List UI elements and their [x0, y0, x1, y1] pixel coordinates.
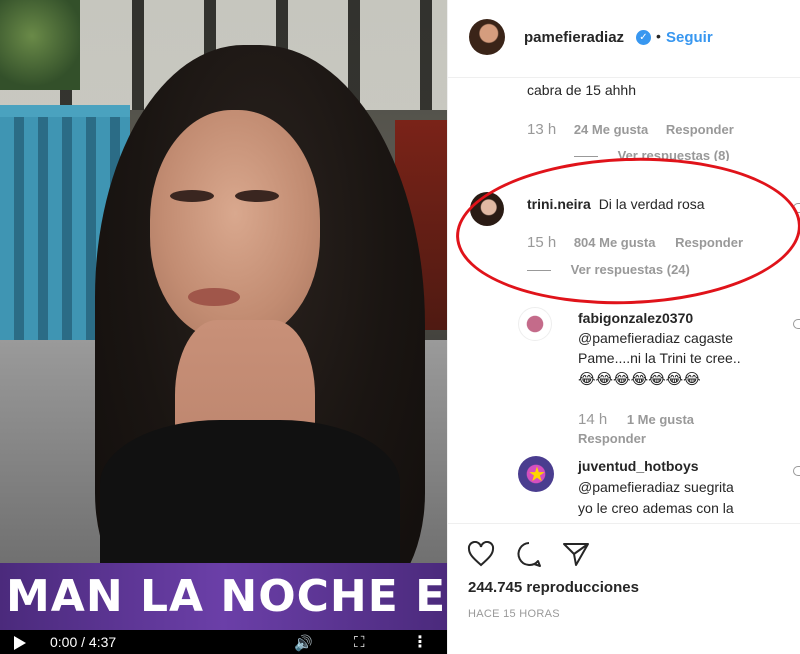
view-count: 244.745 reproducciones	[468, 579, 639, 596]
fullscreen-icon[interactable]: ⛶	[354, 634, 365, 651]
comment-icon[interactable]	[514, 539, 544, 569]
comment-username[interactable]: juventud_hotboys	[578, 457, 699, 476]
avatar[interactable]	[469, 19, 505, 55]
comment-username[interactable]: trini.neira	[527, 196, 591, 212]
avatar[interactable]	[518, 307, 552, 341]
verified-badge-icon: ✓	[636, 30, 651, 45]
reply-button[interactable]: Responder	[578, 431, 646, 446]
view-replies-label: Ver respuestas (8)	[617, 148, 730, 161]
comment-meta: Responder	[578, 431, 646, 446]
comment-likes[interactable]: 24 Me gusta	[574, 122, 648, 137]
person-top	[100, 420, 400, 580]
view-replies-button[interactable]: Ver respuestas (24)	[527, 262, 690, 277]
comment-meta: 14 h 1 Me gusta	[578, 411, 694, 428]
comment-username-label: fabigonzalez0370	[578, 310, 694, 326]
post-actions: 244.745 reproducciones HACE 15 HORAS	[448, 523, 800, 654]
comment-username[interactable]: fabigonzalez0370	[578, 309, 693, 328]
comments-list[interactable]: cabra de 15 ahhh 13 h 24 Me gusta Respon…	[448, 79, 800, 523]
post-panel: pamefieradiaz ✓ • Seguir cabra de 15 ahh…	[447, 0, 800, 654]
view-replies-button[interactable]: Ver respuestas (8)	[574, 148, 730, 161]
comment-emoji: 😂😂😂😂😂😂😂	[578, 371, 701, 388]
comment-text: Pame....ni la Trini te cree..	[578, 350, 741, 366]
like-comment-icon[interactable]	[793, 466, 800, 476]
play-icon[interactable]	[14, 636, 26, 650]
comment-meta: 15 h 804 Me gusta Responder	[527, 234, 743, 251]
star-icon: ★	[528, 464, 546, 486]
comment-text: yo le creo ademas con la	[578, 500, 734, 516]
video-banner: MAN LA NOCHE ES NU	[0, 563, 447, 633]
heart-icon[interactable]	[466, 539, 496, 569]
highlight-ellipse	[453, 152, 800, 310]
more-icon[interactable]: ⋮	[412, 632, 428, 652]
comment-text: Di la verdad rosa	[598, 196, 705, 212]
comment-body: trini.neira Di la verdad rosa	[527, 195, 705, 214]
comment-text: @pamefieradiaz cagaste	[578, 330, 734, 346]
person-eye	[235, 190, 279, 202]
comment-time: 15 h	[527, 234, 557, 251]
view-replies-label: Ver respuestas (24)	[570, 262, 690, 277]
follow-button[interactable]: Seguir	[666, 29, 713, 46]
video-time: 0:00 / 4:37	[50, 634, 117, 650]
comment-username-label: juventud_hotboys	[578, 458, 699, 474]
comment-likes[interactable]: 804 Me gusta	[574, 235, 656, 250]
comment-text: cabra de 15 ahhh	[527, 82, 636, 98]
comment-meta: 13 h 24 Me gusta Responder	[527, 121, 734, 138]
like-comment-icon[interactable]	[793, 319, 800, 329]
comment-likes[interactable]: 1 Me gusta	[627, 412, 694, 427]
banner-text: MAN LA NOCHE ES NU	[6, 571, 447, 622]
person-face	[150, 110, 320, 340]
person-eye	[170, 190, 214, 202]
share-icon[interactable]	[561, 539, 591, 569]
reply-button[interactable]: Responder	[666, 122, 734, 137]
avatar[interactable]	[470, 192, 504, 226]
background-plant	[0, 0, 80, 90]
post-username[interactable]: pamefieradiaz	[524, 29, 624, 46]
person-mouth	[188, 288, 240, 306]
like-comment-icon[interactable]	[793, 203, 800, 213]
comment-time: 13 h	[527, 121, 557, 138]
video-controls: 0:00 / 4:37 🔊 ⛶ ⋮	[0, 630, 447, 654]
separator-dot: •	[656, 28, 661, 44]
comment-time: 14 h	[578, 411, 608, 428]
video-player[interactable]: MAN LA NOCHE ES NU 0:00 / 4:37 🔊 ⛶ ⋮	[0, 0, 447, 654]
reply-button[interactable]: Responder	[675, 235, 743, 250]
post-timestamp: HACE 15 HORAS	[468, 608, 560, 620]
post-header: pamefieradiaz ✓ • Seguir	[448, 0, 800, 78]
comment-text: @pamefieradiaz suegrita	[578, 479, 734, 495]
volume-icon[interactable]: 🔊	[294, 634, 313, 652]
